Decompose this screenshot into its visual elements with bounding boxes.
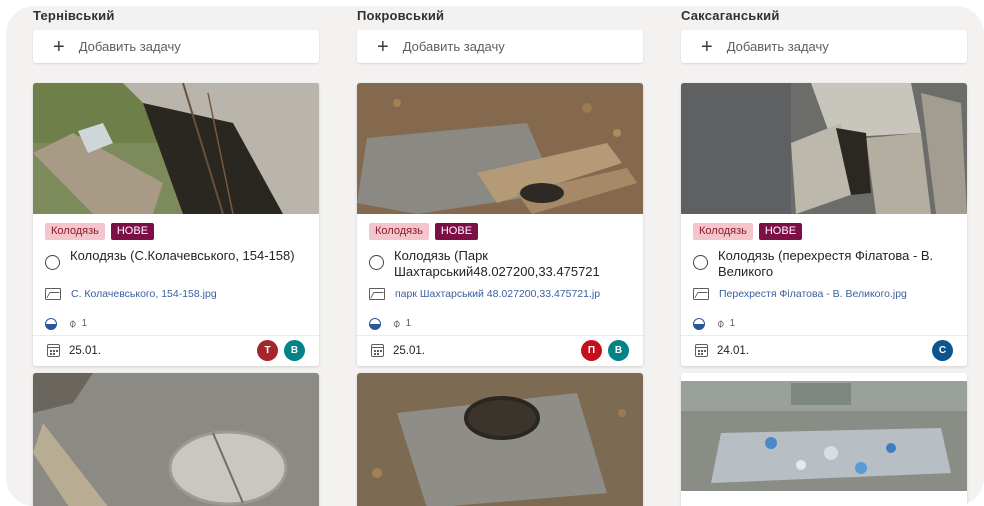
paperclip-icon: ⌀ (66, 317, 80, 331)
plus-icon: + (377, 35, 389, 58)
add-task-button[interactable]: + Добавить задачу (33, 30, 319, 63)
status-tag: НОВЕ (434, 223, 479, 240)
avatar[interactable]: П (581, 340, 602, 361)
task-card[interactable] (681, 373, 967, 506)
complete-checkbox[interactable] (45, 255, 60, 270)
bucket-title: Покровський (357, 8, 445, 23)
category-tag: Колодязь (369, 223, 429, 240)
task-photo (681, 373, 967, 506)
task-title: Колодязь (перехрестя Філатова - В. Велик… (718, 248, 934, 279)
image-file-icon (369, 288, 385, 300)
attachment-link[interactable]: Перехрестя Філатова - В. Великого.jpg (693, 288, 959, 300)
status-tag: НОВЕ (758, 223, 803, 240)
paperclip-icon: ⌀ (390, 317, 404, 331)
add-task-label: Добавить задачу (402, 39, 505, 54)
task-card[interactable]: Колодязь НОВЕ Колодязь (перехрестя Філат… (681, 83, 967, 366)
task-card[interactable]: Колодязь НОВЕ Колодязь (С.Колачевського,… (33, 83, 319, 366)
task-photo (33, 373, 319, 506)
task-title: Колодязь (Парк Шахтарський48.027200,33.4… (394, 248, 600, 279)
progress-icon (369, 317, 381, 330)
calendar-icon (47, 344, 60, 357)
plus-icon: + (53, 35, 65, 58)
task-card[interactable] (33, 373, 319, 506)
attachment-name: парк Шахтарський 48.027200,33.475721.jp (395, 288, 601, 300)
task-photo (681, 83, 967, 214)
image-file-icon (693, 288, 709, 300)
attachment-name: Перехрестя Філатова - В. Великого.jpg (719, 288, 907, 300)
bucket-title: Саксаганський (681, 8, 780, 23)
attachment-count: 1 (81, 318, 88, 329)
task-photo (357, 83, 643, 214)
progress-icon (45, 317, 57, 330)
add-task-button[interactable]: + Добавить задачу (357, 30, 643, 63)
task-card[interactable]: Колодязь НОВЕ Колодязь (Парк Шахтарський… (357, 83, 643, 366)
avatar[interactable]: В (284, 340, 305, 361)
calendar-icon (695, 344, 708, 357)
attachment-count: 1 (729, 318, 736, 329)
attachment-count: 1 (405, 318, 412, 329)
paperclip-icon: ⌀ (714, 317, 728, 331)
task-photo (357, 373, 643, 506)
category-tag: Колодязь (693, 223, 753, 240)
status-tag: НОВЕ (110, 223, 155, 240)
category-tag: Колодязь (45, 223, 105, 240)
avatar[interactable]: Т (257, 340, 278, 361)
due-date: 25.01. (393, 345, 425, 357)
add-task-label: Добавить задачу (726, 39, 829, 54)
progress-icon (693, 317, 705, 330)
due-date: 25.01. (69, 345, 101, 357)
calendar-icon (371, 344, 384, 357)
attachment-link[interactable]: парк Шахтарський 48.027200,33.475721.jp (369, 288, 635, 300)
complete-checkbox[interactable] (369, 255, 384, 270)
plus-icon: + (701, 35, 713, 58)
attachment-link[interactable]: С. Колачевського, 154-158.jpg (45, 288, 311, 300)
bucket-title: Тернівський (33, 8, 115, 23)
image-file-icon (45, 288, 61, 300)
task-board: Тернівський + Добавить задачу Колодязь Н… (6, 6, 984, 506)
add-task-label: Добавить задачу (78, 39, 181, 54)
task-card[interactable] (357, 373, 643, 506)
complete-checkbox[interactable] (693, 255, 708, 270)
attachment-name: С. Колачевського, 154-158.jpg (71, 288, 217, 300)
add-task-button[interactable]: + Добавить задачу (681, 30, 967, 63)
due-date: 24.01. (717, 345, 749, 357)
avatar[interactable]: В (608, 340, 629, 361)
avatar[interactable]: С (932, 340, 953, 361)
task-photo (33, 83, 319, 214)
task-title: Колодязь (С.Колачевського, 154-158) (70, 248, 295, 263)
